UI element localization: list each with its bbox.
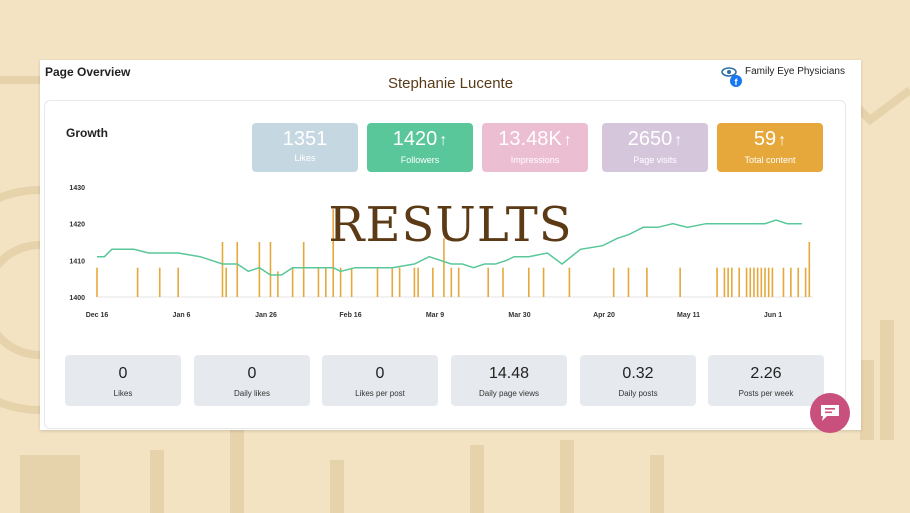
- brand-name: Family Eye Physicians: [744, 66, 845, 77]
- y-tick-label: 1400: [69, 295, 85, 302]
- growth-panel: Growth 1351 Likes 1420 ↑ Followers 13.48K ↑ Imp…: [44, 100, 846, 429]
- facebook-icon: f: [729, 75, 742, 87]
- stat-tile-posts-per-week: 2.26 Posts per week: [708, 355, 824, 406]
- stat-value: 0: [247, 365, 257, 382]
- chat-bubble-icon: [821, 405, 839, 421]
- stat-label: Daily posts: [618, 389, 658, 398]
- stat-label: Daily likes: [233, 389, 270, 398]
- stat-tile-daily-page-views: 14.48 Daily page views: [451, 355, 567, 406]
- x-tick-label: Jan 26: [255, 312, 277, 319]
- stat-label: Likes: [113, 389, 133, 398]
- x-tick-label: May 11: [677, 312, 700, 319]
- stat-label: Daily page views: [478, 389, 540, 398]
- x-tick-label: Feb 16: [339, 312, 361, 319]
- stat-value: 0.32: [622, 365, 654, 382]
- x-tick-label: Dec 16: [86, 312, 109, 319]
- brand-logo: f: [721, 66, 742, 87]
- brand: f Family Eye Physicians: [721, 66, 845, 87]
- stat-tile-likes: 0 Likes: [65, 355, 181, 406]
- stat-label: Likes per post: [355, 389, 405, 398]
- y-tick-label: 1430: [69, 185, 85, 192]
- stat-tile-likes-per-post: 0 Likes per post: [322, 355, 438, 406]
- stat-value: 0: [118, 365, 128, 382]
- x-tick-label: Apr 20: [593, 312, 615, 319]
- results-overlay: RESULTS: [328, 197, 573, 253]
- x-tick-label: Mar 9: [426, 312, 444, 319]
- stat-value: 2.26: [750, 365, 782, 382]
- x-tick-label: Jun 1: [764, 312, 782, 319]
- stat-value: 0: [375, 365, 385, 382]
- stat-label: Posts per week: [738, 389, 794, 398]
- chat-button[interactable]: [810, 393, 850, 433]
- x-tick-label: Mar 30: [508, 312, 530, 319]
- y-tick-label: 1410: [69, 258, 85, 265]
- stat-value: 14.48: [488, 365, 530, 382]
- page-overview-card: Page Overview Stephanie Lucente f Family…: [40, 60, 861, 430]
- stat-tile-daily-posts: 0.32 Daily posts: [580, 355, 696, 406]
- x-tick-label: Jan 6: [173, 312, 191, 319]
- stat-tile-daily-likes: 0 Daily likes: [194, 355, 310, 406]
